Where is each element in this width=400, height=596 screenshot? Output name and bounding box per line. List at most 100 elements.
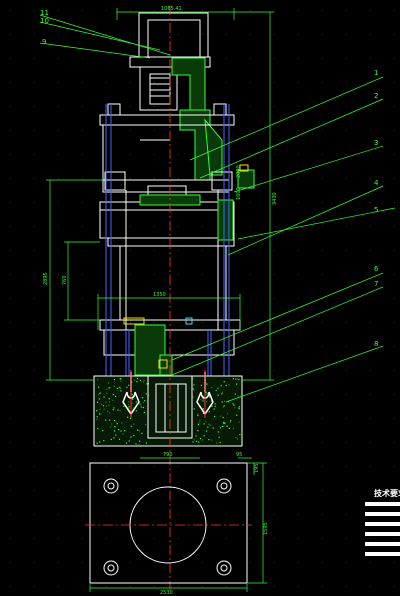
concrete-speck	[197, 413, 199, 415]
concrete-speck	[121, 422, 123, 424]
callout-4: 4	[374, 179, 379, 187]
concrete-speck	[213, 408, 215, 410]
concrete-speck	[200, 384, 202, 386]
concrete-speck	[199, 438, 202, 440]
grid-dot	[226, 370, 227, 371]
concrete-speck	[135, 443, 137, 445]
concrete-speck	[96, 410, 98, 412]
grid-dot	[202, 250, 203, 251]
grid-dot	[250, 34, 251, 35]
grid-dot	[10, 202, 11, 203]
callout-1: 1	[374, 69, 378, 77]
grid-dot	[346, 298, 347, 299]
concrete-speck	[123, 405, 125, 407]
concrete-speck	[110, 426, 112, 428]
grid-dot	[130, 322, 131, 323]
concrete-speck	[128, 406, 130, 408]
concrete-speck	[139, 403, 141, 405]
grid-dot	[298, 394, 299, 395]
grid-dot	[274, 514, 275, 515]
callout-9: 9	[42, 38, 46, 46]
grid-dot	[346, 178, 347, 179]
grid-dot	[202, 34, 203, 35]
grid-dot	[370, 106, 371, 107]
grid-dot	[394, 418, 395, 419]
concrete-speck	[107, 410, 109, 413]
grid-dot	[178, 322, 179, 323]
callout-6: 6	[374, 265, 379, 273]
grid-dot	[130, 226, 131, 227]
grid-dot	[250, 130, 251, 131]
grid-dot	[82, 106, 83, 107]
grid-dot	[298, 10, 299, 11]
grid-dot	[178, 34, 179, 35]
grid-dot	[346, 586, 347, 587]
concrete-speck	[230, 420, 232, 422]
concrete-speck	[238, 421, 240, 423]
callout-10: 10	[40, 17, 49, 25]
grid-dot	[34, 10, 35, 11]
concrete-speck	[138, 430, 140, 432]
concrete-speck	[217, 394, 219, 396]
grid-dot	[202, 274, 203, 275]
concrete-speck	[207, 426, 209, 428]
concrete-speck	[238, 379, 240, 381]
grid-dot	[154, 562, 155, 563]
concrete-speck	[193, 389, 195, 391]
concrete-speck	[220, 415, 222, 417]
concrete-speck	[133, 423, 135, 425]
concrete-speck	[195, 435, 197, 437]
grid-dot	[322, 322, 323, 323]
grid-dot	[274, 34, 275, 35]
concrete-speck	[220, 385, 222, 387]
grid-dot	[130, 106, 131, 107]
grid-dot	[34, 250, 35, 251]
grid-dot	[82, 226, 83, 227]
grid-dot	[34, 154, 35, 155]
grid-dot	[58, 34, 59, 35]
grid-dot	[178, 466, 179, 467]
grid-dot	[226, 58, 227, 59]
concrete-speck	[108, 404, 110, 406]
concrete-speck	[146, 383, 148, 385]
concrete-speck	[235, 378, 237, 380]
concrete-speck	[139, 440, 141, 442]
grid-dot	[370, 34, 371, 35]
grid-dot	[394, 370, 395, 371]
grid-dot	[394, 298, 395, 299]
grid-dot	[154, 10, 155, 11]
grid-dot	[226, 10, 227, 11]
concrete-speck	[195, 440, 198, 442]
concrete-speck	[122, 433, 124, 435]
concrete-speck	[128, 384, 130, 386]
grid-dot	[34, 394, 35, 395]
concrete-speck	[222, 416, 224, 419]
concrete-speck	[134, 379, 136, 381]
grid-dot	[346, 130, 347, 131]
grid-dot	[394, 202, 395, 203]
grid-dot	[154, 322, 155, 323]
grid-dot	[370, 322, 371, 323]
concrete-speck	[130, 436, 132, 438]
dim-base-gap: 790	[163, 452, 173, 458]
grid-dot	[346, 82, 347, 83]
dim-base-small: 95	[236, 452, 242, 458]
grid-dot	[10, 418, 11, 419]
side-label-b: 1000	[236, 187, 242, 200]
grid-dot	[10, 226, 11, 227]
concrete-speck	[201, 439, 203, 441]
grid-dot	[178, 106, 179, 107]
grid-dot	[298, 346, 299, 347]
concrete-speck	[192, 396, 194, 398]
grid-dot	[394, 82, 395, 83]
concrete-speck	[236, 383, 238, 385]
concrete-speck	[117, 409, 119, 411]
grid-dot	[274, 562, 275, 563]
grid-dot	[34, 226, 35, 227]
grid-dot	[274, 346, 275, 347]
concrete-speck	[193, 408, 195, 410]
grid-dot	[34, 34, 35, 35]
concrete-speck	[131, 402, 133, 404]
grid-dot	[274, 394, 275, 395]
grid-dot	[34, 418, 35, 419]
